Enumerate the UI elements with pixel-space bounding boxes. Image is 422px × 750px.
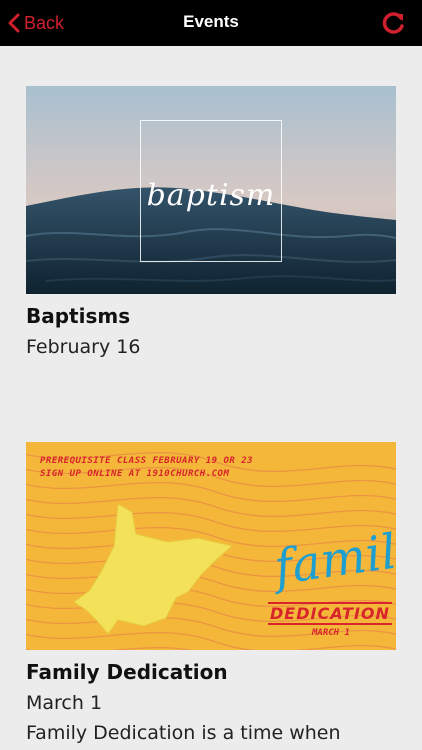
event-banner-image[interactable]: PREREQUISITE CLASS FEBRUARY 19 OR 23 SIG… <box>26 442 396 650</box>
event-date: February 16 <box>26 336 141 358</box>
refresh-icon <box>382 12 404 34</box>
event-card[interactable]: baptism Baptisms February 16 <box>26 86 396 358</box>
page-title: Events <box>183 12 239 31</box>
event-date: March 1 <box>26 692 103 714</box>
banner-script-text: baptism <box>146 178 276 213</box>
navigation-bar: Back Events <box>0 0 422 46</box>
banner-heading: DEDICATION <box>268 602 392 625</box>
banner-promo-line: PREREQUISITE CLASS FEBRUARY 19 OR 23 <box>40 456 254 466</box>
event-banner-image[interactable]: baptism <box>26 86 396 294</box>
event-title: Baptisms <box>26 304 131 328</box>
banner-date: MARCH 1 <box>312 628 350 638</box>
refresh-button[interactable] <box>380 9 408 37</box>
event-card[interactable]: PREREQUISITE CLASS FEBRUARY 19 OR 23 SIG… <box>26 442 396 744</box>
event-title: Family Dedication <box>26 660 228 684</box>
event-description: Family Dedication is a time when <box>26 722 341 744</box>
banner-promo-line: SIGN UP ONLINE AT 1910CHURCH.COM <box>40 469 230 479</box>
